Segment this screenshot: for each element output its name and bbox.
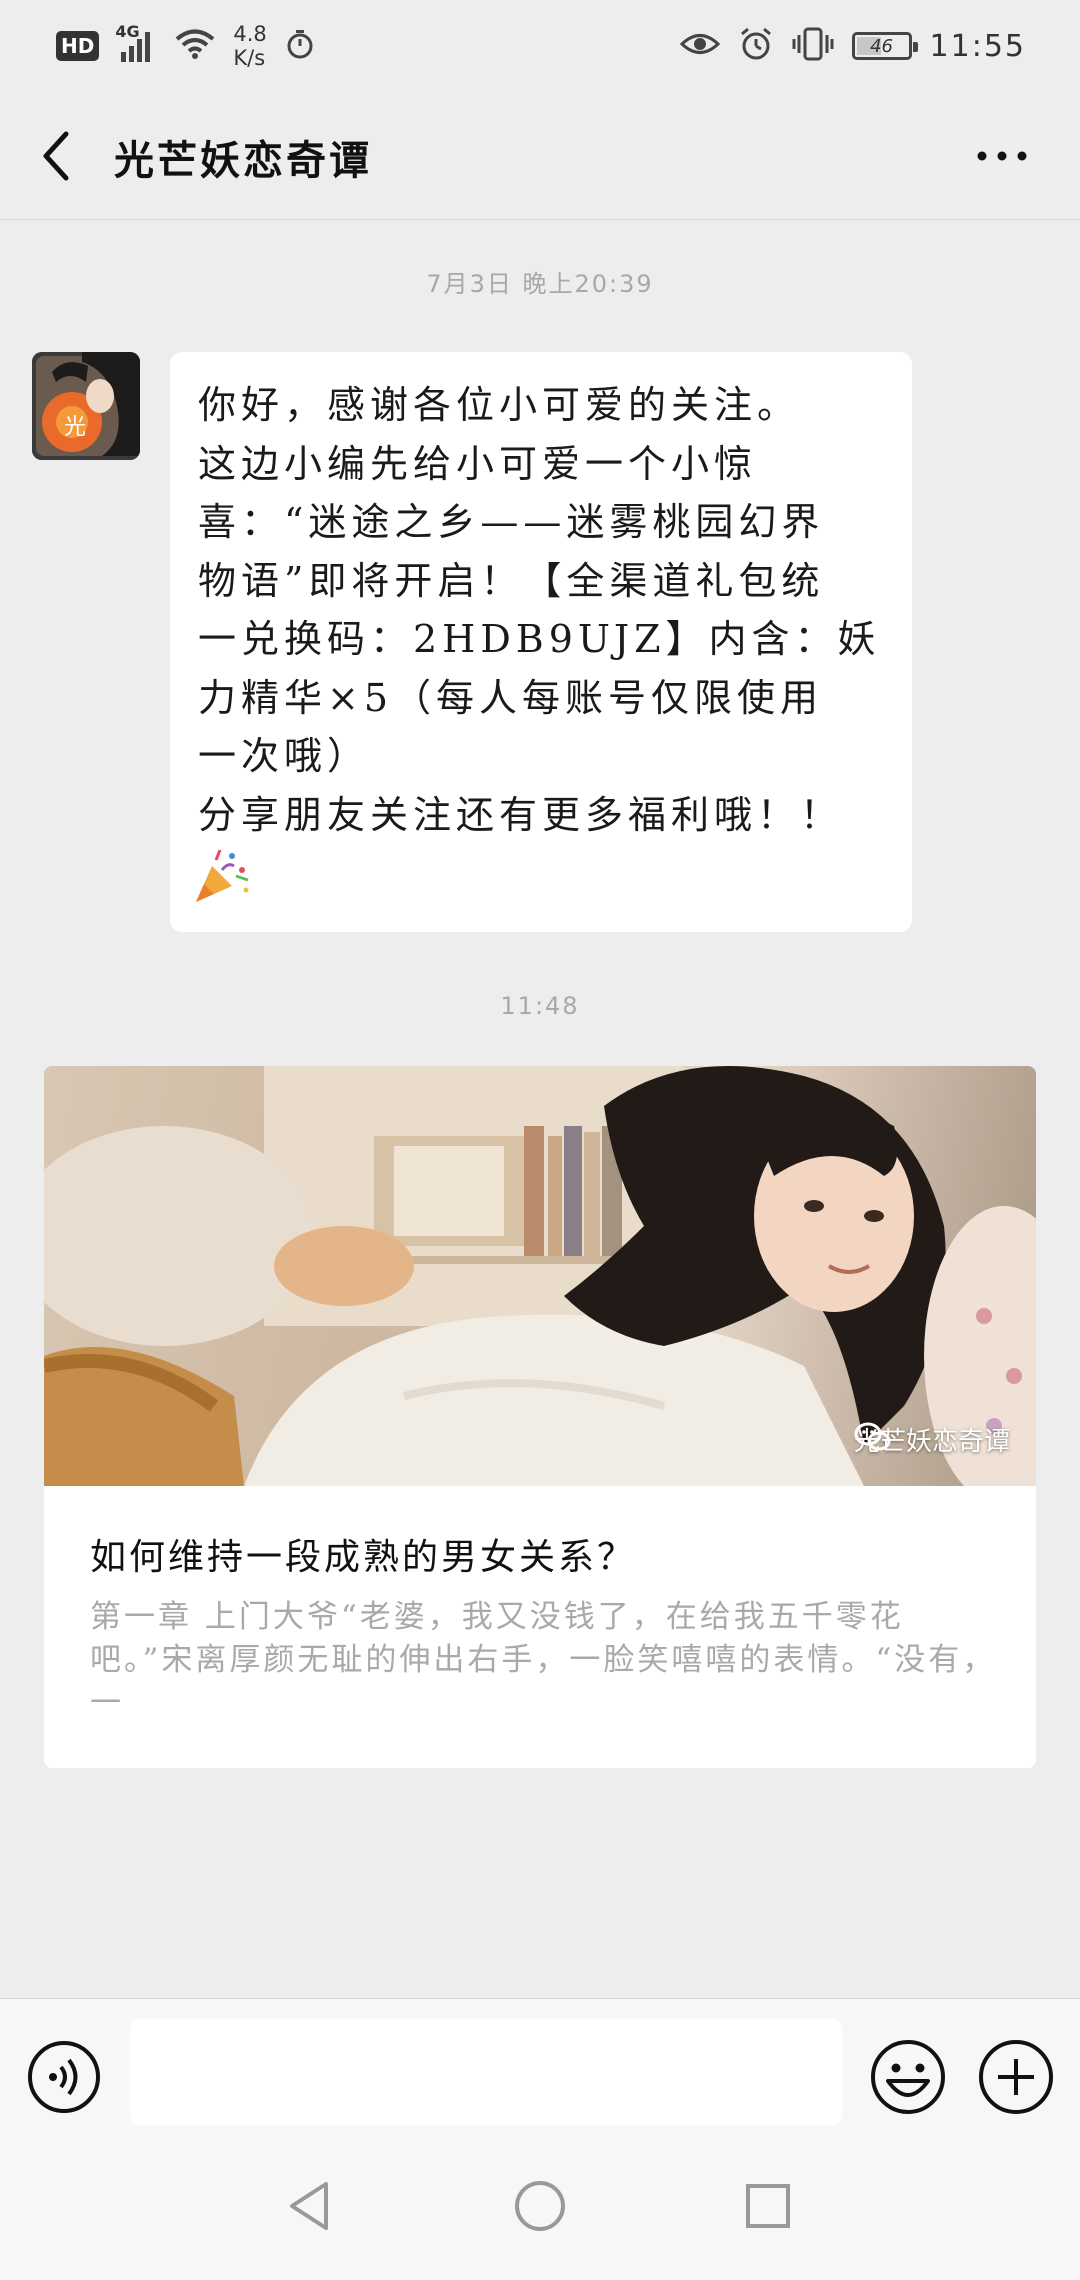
chat-title: 光芒妖恋奇谭 <box>114 137 372 184</box>
article-cover-image: 光芒妖恋奇谭 <box>44 1066 1036 1486</box>
hd-badge: HD <box>56 31 100 61</box>
wechat-icon <box>854 1422 891 1451</box>
signal-icon: 4G <box>115 22 157 62</box>
vibrate-icon <box>792 27 834 65</box>
network-speed: 4.8 K/s <box>233 22 266 70</box>
voice-input-icon[interactable] <box>26 2039 102 2115</box>
article-excerpt: 第一章 上门大爷“老婆，我又没钱了，在给我五千零花吧。”宋离厚颜无耻的伸出右手，… <box>90 1599 997 1721</box>
avatar[interactable]: 光 <box>32 352 140 460</box>
chat-input-bar <box>0 1998 1080 2146</box>
party-popper-icon <box>196 849 249 902</box>
emoji-icon[interactable] <box>868 2037 948 2117</box>
battery-icon: 46 <box>851 32 918 60</box>
eye-icon <box>679 29 720 63</box>
alarm-icon <box>738 27 774 65</box>
system-recent-apps-icon[interactable] <box>738 2176 798 2236</box>
message-timestamp: 7月3日 晚上20:39 <box>426 270 654 298</box>
status-left: HD 4G 4.8 K/s <box>56 22 315 70</box>
article-card[interactable]: 光芒妖恋奇谭 如何维持一段成熟的男女关系？ 第一章 上门大爷“老婆，我又没钱了，… <box>44 1066 1036 1768</box>
plus-icon[interactable] <box>976 2037 1056 2117</box>
system-home-icon[interactable] <box>510 2176 570 2236</box>
timer-icon <box>285 28 315 64</box>
system-navigation-bar <box>0 2146 1080 2280</box>
back-arrow-icon[interactable] <box>34 126 94 186</box>
svg-text:光: 光 <box>64 415 86 440</box>
article-title: 如何维持一段成熟的男女关系？ <box>90 1537 637 1578</box>
message-text: 你好，感谢各位小可爱的关注。 这边小编先给小可爱一个小惊 喜：“迷途之乡——迷雾… <box>198 383 881 837</box>
battery-level: 46 <box>870 35 893 57</box>
message-timestamp: 11:48 <box>500 992 580 1020</box>
more-options-icon[interactable] <box>974 138 1030 174</box>
message-input[interactable] <box>130 2019 842 2125</box>
message-bubble[interactable]: 你好，感谢各位小可爱的关注。 这边小编先给小可爱一个小惊 喜：“迷途之乡——迷雾… <box>170 352 912 932</box>
cover-watermark: 光芒妖恋奇谭 <box>854 1421 1010 1458</box>
speed-unit: K/s <box>233 46 266 70</box>
status-bar: HD 4G 4.8 K/s 46 11:55 <box>0 0 1080 92</box>
network-type: 4G <box>115 22 140 41</box>
wifi-icon <box>175 28 215 64</box>
speed-value: 4.8 <box>233 22 267 46</box>
system-back-icon[interactable] <box>282 2176 342 2236</box>
clock: 11:55 <box>929 28 1026 64</box>
status-right: 46 11:55 <box>679 27 1026 65</box>
chat-header: 光芒妖恋奇谭 <box>0 92 1080 220</box>
